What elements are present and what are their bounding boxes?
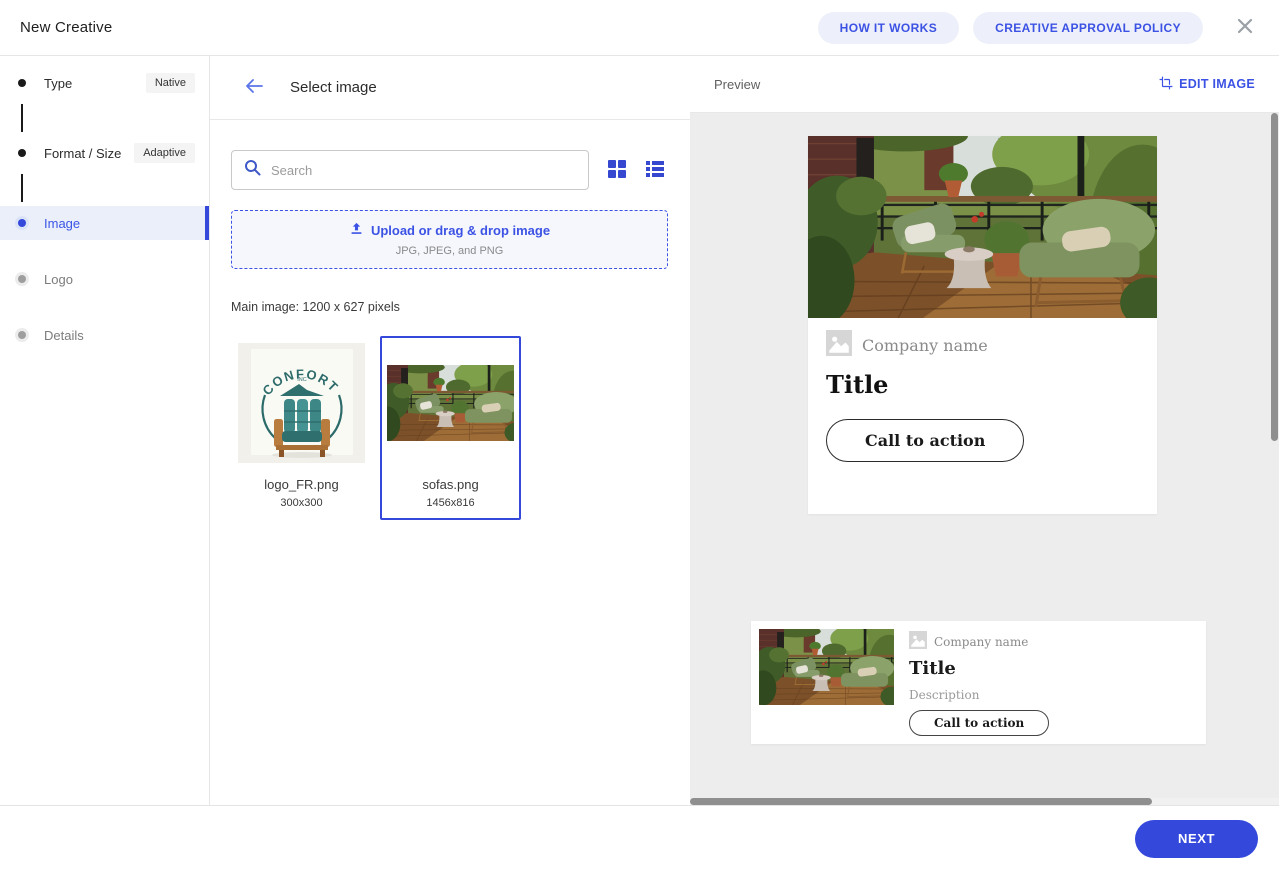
ad-company-name: Company name xyxy=(862,336,988,355)
crop-icon xyxy=(1159,76,1173,93)
upload-label: Upload or drag & drop image xyxy=(371,223,550,238)
step-gap xyxy=(0,296,209,318)
select-image-header: Select image xyxy=(210,56,690,120)
sidebar-item-details[interactable]: Details xyxy=(0,318,209,352)
file-dimensions: 1456x816 xyxy=(387,497,514,509)
step-connector xyxy=(21,174,23,202)
stepper-sidebar: Type Native Format / Size Adaptive Image… xyxy=(0,56,210,805)
search-icon xyxy=(244,159,261,181)
step-dot-completed xyxy=(18,79,26,87)
back-arrow-icon xyxy=(245,79,263,96)
upload-dropzone[interactable]: Upload or drag & drop image JPG, JPEG, a… xyxy=(231,210,668,269)
preview-header: Preview EDIT IMAGE xyxy=(690,56,1279,113)
search-box xyxy=(231,150,589,190)
back-button[interactable] xyxy=(242,76,266,100)
upload-icon xyxy=(349,221,364,239)
step-dot-completed xyxy=(18,149,26,157)
terrace-photo-small xyxy=(759,629,894,705)
preview-title: Preview xyxy=(714,77,760,92)
new-creative-dialog: New Creative HOW IT WORKS CREATIVE APPRO… xyxy=(0,0,1279,871)
how-it-works-button[interactable]: HOW IT WORKS xyxy=(818,12,959,44)
dialog-footer: NEXT xyxy=(0,805,1279,871)
ad-title: Title xyxy=(909,658,1049,679)
step-badge-type: Native xyxy=(146,73,195,93)
grid-view-button[interactable] xyxy=(605,158,629,182)
ad-company-name: Company name xyxy=(934,635,1028,649)
preview-panel: Preview EDIT IMAGE xyxy=(690,56,1279,805)
sidebar-item-logo[interactable]: Logo xyxy=(0,262,209,296)
ad-title: Title xyxy=(826,370,1139,399)
horizontal-scrollbar-thumb[interactable] xyxy=(690,798,1152,805)
close-button[interactable] xyxy=(1231,14,1259,42)
preview-scroll-area: Company name Title Call to action Mobile… xyxy=(690,113,1279,805)
image-library-list: logo_FR.png 300x300 sofas.png 1456x816 xyxy=(231,336,667,520)
terrace-photo xyxy=(808,136,1157,318)
step-dot-active xyxy=(18,219,26,227)
edit-image-button[interactable]: EDIT IMAGE xyxy=(1159,76,1255,93)
search-row xyxy=(231,150,667,190)
image-selection-panel: Select image xyxy=(210,56,690,805)
list-view-button[interactable] xyxy=(643,158,667,182)
main-image-size-label: Main image: 1200 x 627 pixels xyxy=(231,300,667,314)
vertical-scrollbar-thumb[interactable] xyxy=(1271,113,1278,441)
step-dot-upcoming xyxy=(18,275,26,283)
select-image-title: Select image xyxy=(290,79,377,96)
file-name: logo_FR.png xyxy=(238,477,365,492)
sidebar-item-format-size[interactable]: Format / Size Adaptive xyxy=(0,136,209,170)
ad-preview-card-desktop: Company name Title Description Call to a… xyxy=(751,621,1206,744)
step-label: Details xyxy=(44,328,84,343)
grid-view-icon xyxy=(607,159,627,182)
sidebar-item-image[interactable]: Image xyxy=(0,206,209,240)
step-label: Format / Size xyxy=(44,146,121,161)
step-badge-format: Adaptive xyxy=(134,143,195,163)
file-name: sofas.png xyxy=(387,477,514,492)
call-to-action-button[interactable]: Call to action xyxy=(909,710,1049,736)
ad-description: Description xyxy=(909,688,1049,702)
logo-thumbnail xyxy=(238,343,365,463)
step-label: Logo xyxy=(44,272,73,287)
dialog-header: New Creative HOW IT WORKS CREATIVE APPRO… xyxy=(0,0,1279,56)
list-view-icon xyxy=(645,160,665,181)
upload-formats: JPG, JPEG, and PNG xyxy=(232,245,667,257)
file-item-logo[interactable]: logo_FR.png 300x300 xyxy=(231,336,372,520)
next-button[interactable]: NEXT xyxy=(1135,820,1258,858)
call-to-action-button[interactable]: Call to action xyxy=(826,419,1024,462)
company-logo-placeholder-icon xyxy=(826,330,852,360)
creative-approval-policy-button[interactable]: CREATIVE APPROVAL POLICY xyxy=(973,12,1203,44)
step-connector xyxy=(21,104,23,132)
sofas-thumbnail xyxy=(387,343,514,463)
close-icon xyxy=(1237,18,1253,37)
step-gap xyxy=(0,240,209,262)
sidebar-item-type[interactable]: Type Native xyxy=(0,66,209,100)
ad-preview-card-mobile: Company name Title Call to action xyxy=(808,136,1157,514)
step-label: Image xyxy=(44,216,80,231)
file-dimensions: 300x300 xyxy=(238,497,365,509)
file-item-sofas-selected[interactable]: sofas.png 1456x816 xyxy=(380,336,521,520)
step-label: Type xyxy=(44,76,72,91)
dialog-title: New Creative xyxy=(20,19,112,36)
company-logo-placeholder-icon xyxy=(909,631,927,653)
header-actions: HOW IT WORKS CREATIVE APPROVAL POLICY xyxy=(818,12,1259,44)
edit-image-label: EDIT IMAGE xyxy=(1179,77,1255,91)
step-dot-upcoming xyxy=(18,331,26,339)
view-toggles xyxy=(605,158,667,182)
search-input[interactable] xyxy=(271,163,576,178)
